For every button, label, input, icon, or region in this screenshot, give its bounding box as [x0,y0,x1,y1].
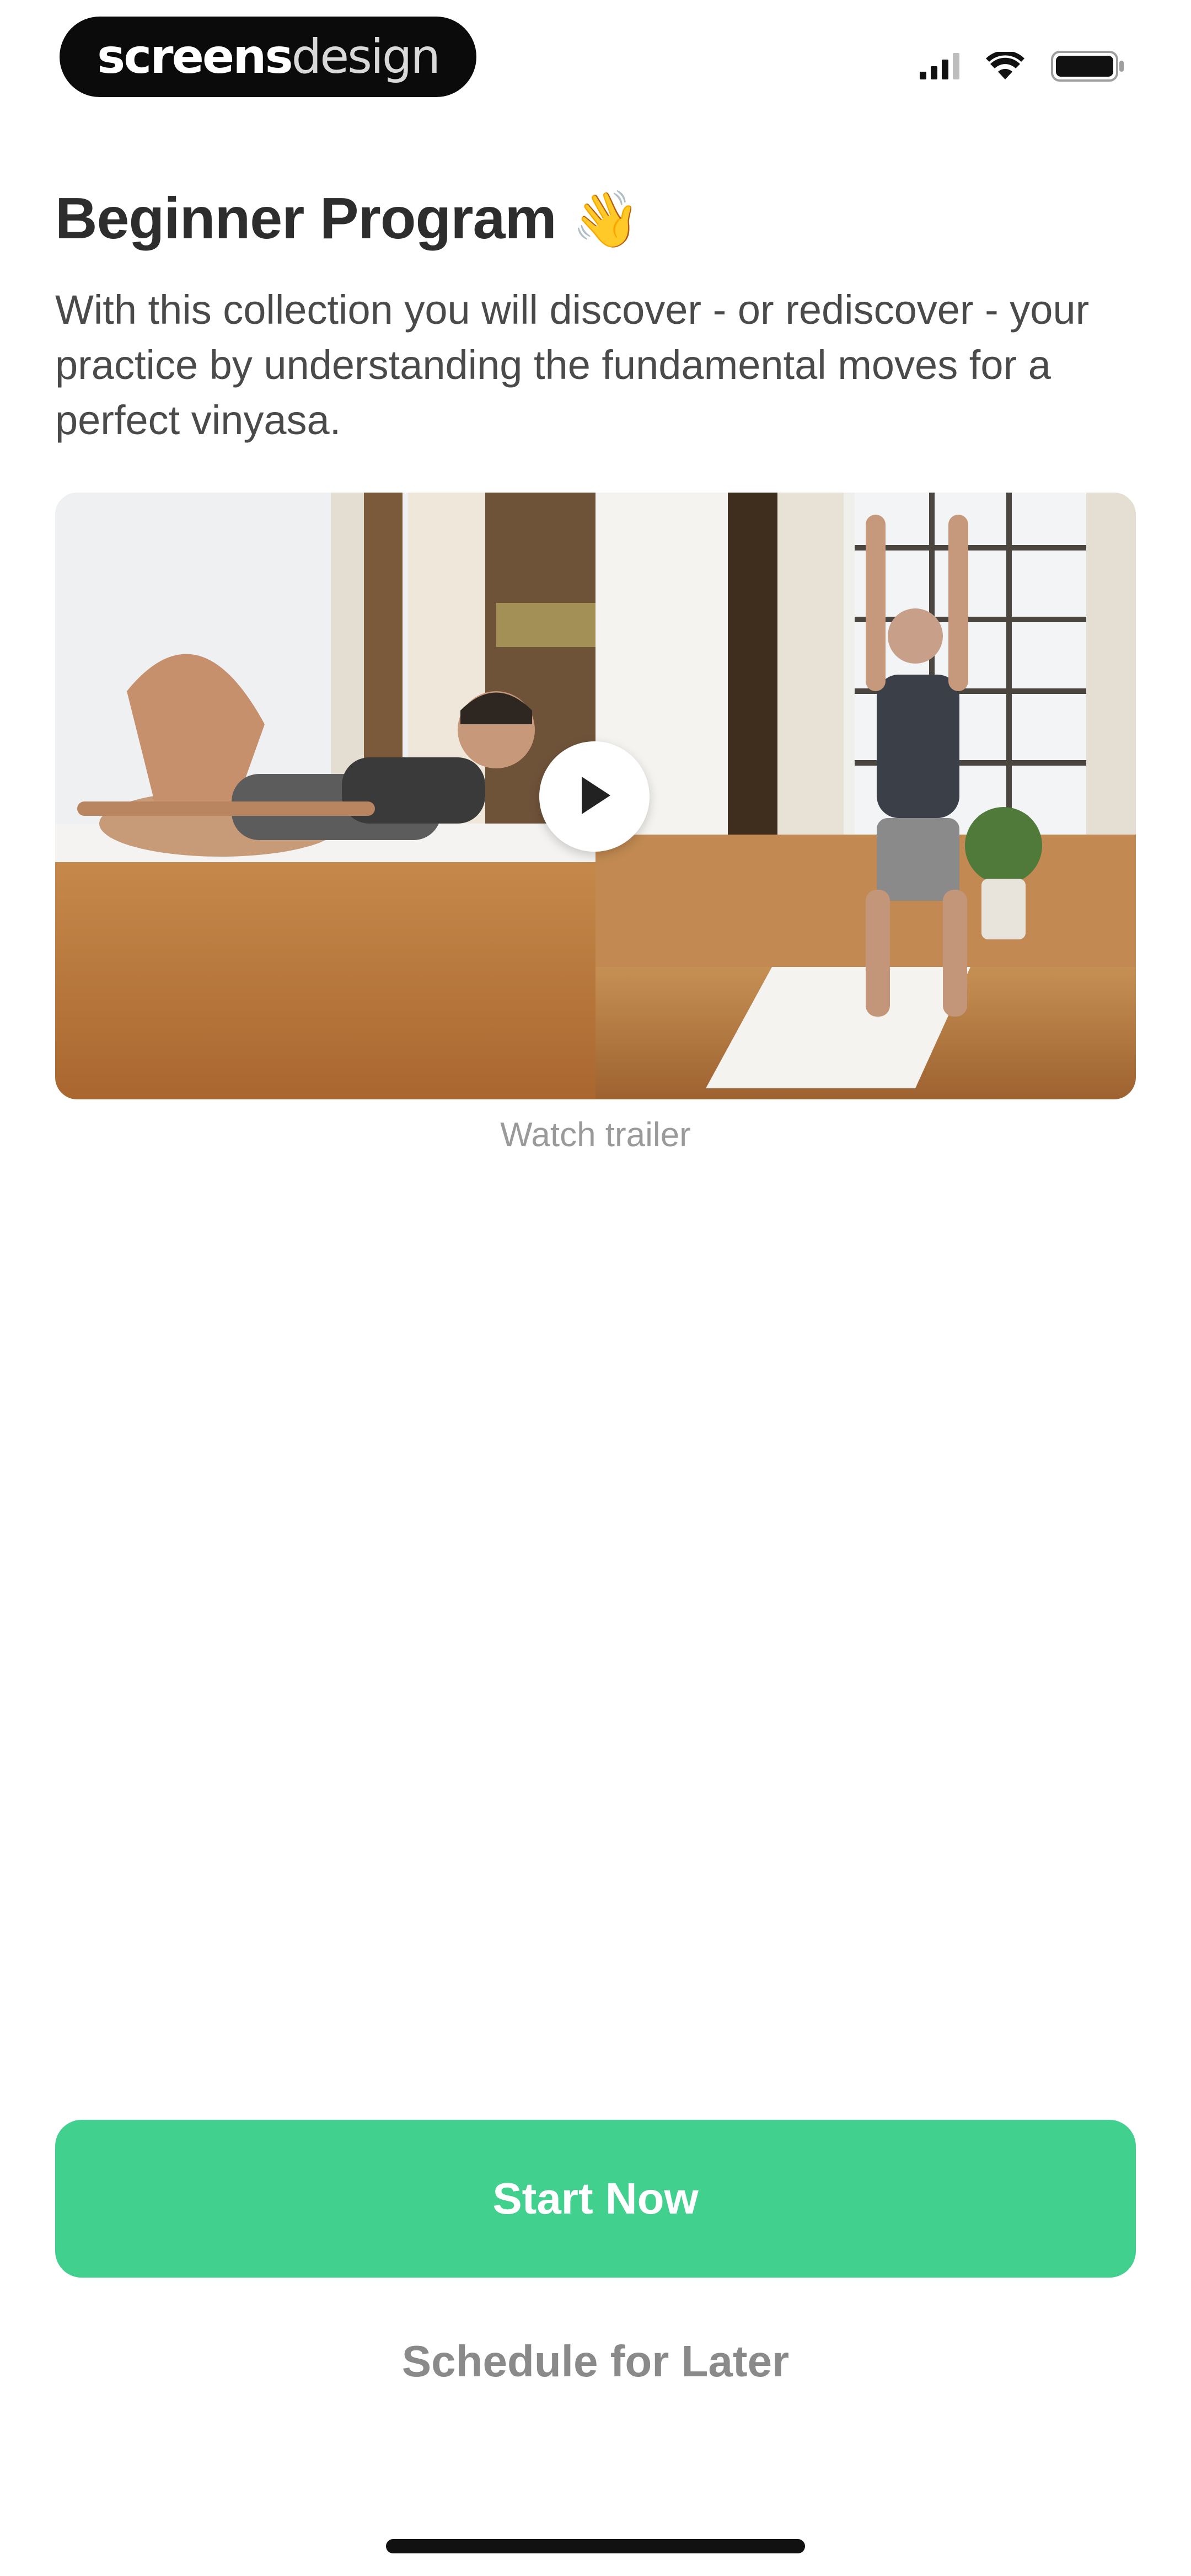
page-title: Beginner Program 👋 [55,185,641,252]
play-icon [575,773,614,820]
waving-hand-icon: 👋 [572,189,641,250]
battery-icon [1051,51,1125,84]
status-icons [920,50,1125,84]
signal-icon [920,53,959,82]
wifi-icon [986,50,1024,83]
program-description: With this collection you will discover -… [55,287,1090,443]
brand-wordmark-bold: screens [97,29,293,84]
program-intro-screen: screensdesign Beginner Program 👋 With th… [0,0,1191,2576]
start-now-button[interactable]: Start Now [55,2120,1136,2278]
brand-logo: screensdesign [60,17,476,97]
brand-wordmark-light: design [291,29,441,84]
brand-wordmark: screensdesign [97,29,441,84]
status-bar: screensdesign [0,0,1191,110]
watch-trailer-caption[interactable]: Watch trailer [0,1115,1191,1155]
title-text: Beginner Program [55,186,557,251]
home-indicator[interactable] [386,2539,805,2553]
play-button[interactable] [539,741,650,852]
schedule-for-later-button[interactable]: Schedule for Later [0,2336,1191,2387]
